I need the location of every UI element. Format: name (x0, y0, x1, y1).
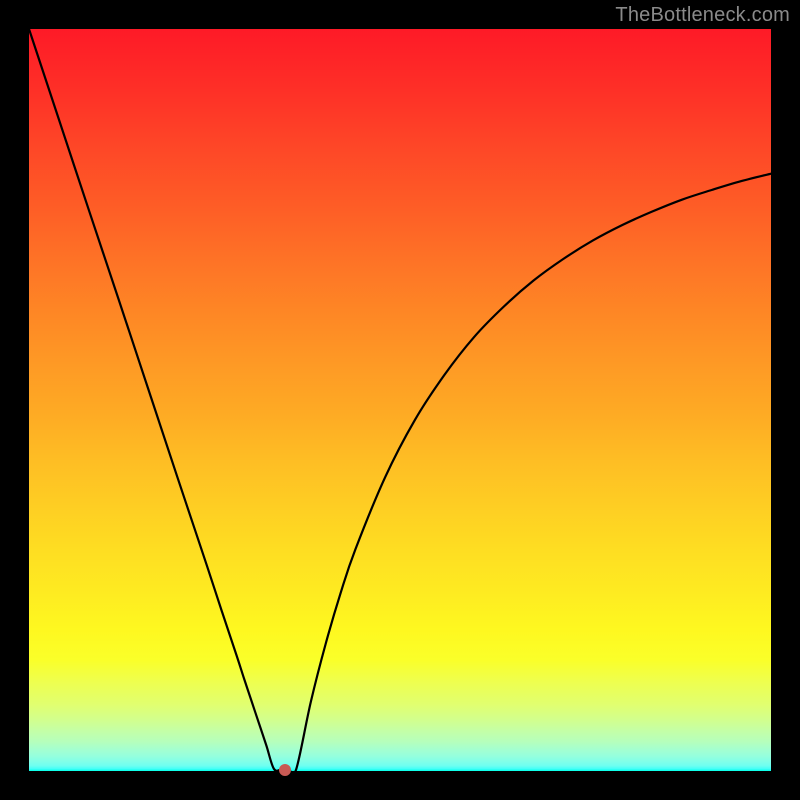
watermark-label: TheBottleneck.com (615, 4, 790, 27)
min-marker (279, 764, 291, 776)
chart-frame: TheBottleneck.com (0, 0, 800, 800)
plot-area (29, 29, 771, 771)
bottleneck-curve (29, 29, 771, 771)
